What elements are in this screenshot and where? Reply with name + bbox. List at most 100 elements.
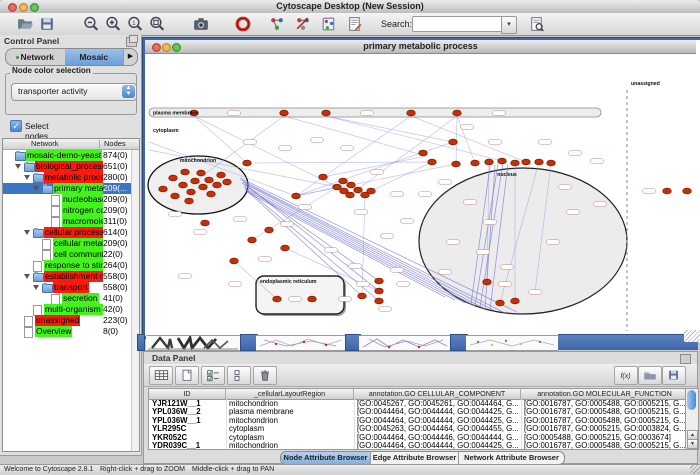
network-node[interactable] [223, 179, 232, 185]
network-node[interactable] [347, 182, 356, 188]
network-node[interactable] [322, 110, 331, 116]
disclosure-triangle-icon[interactable] [33, 186, 39, 191]
tree-row-transport[interactable]: transport558(0) [3, 282, 139, 293]
zoom-view-icon[interactable] [172, 43, 181, 52]
attribute-checklist-icon[interactable] [201, 366, 225, 385]
attribute-pair-icon[interactable] [227, 366, 251, 385]
snapshot-icon[interactable] [192, 15, 210, 33]
background-window-fragment[interactable] [558, 334, 698, 350]
table-row[interactable]: YPL036W__1mitochondrion[GO:0044464, GO:0… [149, 417, 685, 425]
table-row[interactable]: YLR295Ccytoplasm[GO:0045263, GO:0044464,… [149, 425, 685, 433]
network-node[interactable] [535, 159, 544, 165]
scroll-down-icon[interactable]: ▼ [687, 439, 698, 449]
network-node[interactable] [280, 110, 289, 116]
create-view-icon[interactable] [268, 15, 286, 33]
tab-node-attribute-browser[interactable]: Node Attribute Browser [281, 452, 371, 464]
network-node[interactable] [683, 188, 692, 194]
network-node[interactable] [511, 298, 520, 304]
network-node[interactable] [358, 293, 367, 299]
network-node[interactable] [419, 150, 428, 156]
network-node[interactable] [449, 139, 458, 145]
function-builder-icon[interactable]: f(x) [614, 366, 638, 385]
open-file-icon[interactable] [16, 15, 34, 33]
color-attribute-combobox[interactable]: transporter activity ▲▼ [11, 83, 137, 101]
network-node[interactable] [663, 188, 672, 194]
import-attributes-icon[interactable] [638, 366, 662, 385]
disclosure-triangle-icon[interactable] [15, 164, 21, 169]
tree-row-cellular-metabo[interactable]: cellular metabo209(0) [3, 238, 139, 249]
tree-row-mosaic-demo-yeast[interactable]: mosaic-demo-yeast874(0) [3, 150, 139, 161]
close-view-icon[interactable] [152, 43, 161, 52]
zoom-fit-icon[interactable] [148, 15, 166, 33]
window-resize-grip[interactable] [690, 465, 700, 474]
minimize-window-icon[interactable] [19, 3, 28, 12]
zoom-selected-icon[interactable]: 1 [126, 15, 144, 33]
tab-network[interactable]: Network [6, 49, 65, 65]
network-node[interactable] [217, 172, 226, 178]
column-header-1[interactable]: _cellularLayoutRegion [226, 389, 354, 399]
table-row[interactable]: YDR039C__1mitochondrion[GO:0044464, GO:0… [149, 442, 685, 450]
tree-row-macromolecule[interactable]: macromolecule311(0) [3, 216, 139, 227]
network-node[interactable] [187, 189, 196, 195]
disclosure-triangle-icon[interactable] [33, 285, 39, 290]
network-node[interactable] [159, 186, 168, 192]
network-node[interactable] [207, 191, 216, 197]
table-row[interactable]: YKR052Ccytoplasm[GO:0044464, GO:0044446,… [149, 434, 685, 442]
network-node[interactable] [273, 296, 282, 302]
attribute-table-header[interactable]: ID_cellularLayoutRegionannotation.GO CEL… [149, 389, 685, 400]
tree-row-nucleobase-[interactable]: nucleobase-209(0) [3, 194, 139, 205]
destroy-view-icon[interactable] [294, 15, 312, 33]
apply-layout-icon[interactable] [320, 15, 338, 33]
float-data-panel-icon[interactable] [680, 354, 691, 364]
tree-row-establishment-of-lo[interactable]: establishment of lo558(0) [3, 271, 139, 282]
network-node[interactable] [213, 182, 222, 188]
save-attributes-icon[interactable] [662, 366, 686, 385]
network-node[interactable] [292, 193, 301, 199]
network-node[interactable] [375, 278, 384, 284]
network-node[interactable] [248, 237, 257, 243]
tree-row-multi-organism-pro[interactable]: multi-organism pro42(0) [3, 304, 139, 315]
disclosure-triangle-icon[interactable] [24, 175, 30, 180]
annotation-icon[interactable] [346, 15, 364, 33]
table-row[interactable]: YPL036W__2plasma membrane[GO:0044464, GO… [149, 408, 685, 416]
network-node[interactable] [169, 175, 178, 181]
network-node[interactable] [375, 288, 384, 294]
delete-attribute-icon[interactable] [253, 366, 277, 385]
table-scrollbar-thumb[interactable] [687, 390, 696, 410]
network-node[interactable] [185, 198, 194, 204]
background-window-fragment[interactable] [146, 335, 240, 351]
network-node[interactable] [453, 110, 462, 116]
network-node[interactable] [281, 245, 290, 251]
create-attribute-icon[interactable] [175, 366, 199, 385]
network-node[interactable] [522, 159, 531, 165]
save-icon[interactable] [38, 15, 56, 33]
background-window-fragment[interactable] [359, 335, 450, 351]
search-dropdown-icon[interactable]: ▾ [501, 16, 517, 34]
network-node[interactable] [496, 300, 505, 306]
tree-scrollbar[interactable] [131, 150, 139, 451]
table-scrollbar[interactable]: ▲ ▼ [685, 388, 699, 450]
close-window-icon[interactable] [8, 3, 17, 12]
tree-row-cell-communicat[interactable]: cell communicat22(0) [3, 249, 139, 260]
network-node[interactable] [483, 279, 492, 285]
network-node[interactable] [471, 160, 480, 166]
search-input[interactable] [412, 16, 506, 32]
network-node[interactable] [201, 220, 210, 226]
advanced-search-icon[interactable] [528, 15, 546, 33]
column-header-0[interactable]: ID [149, 389, 226, 399]
tab-mosaic[interactable]: Mosaic [65, 49, 124, 65]
network-node[interactable] [205, 177, 214, 183]
zoom-in-icon[interactable] [104, 15, 122, 33]
network-node[interactable] [375, 298, 384, 304]
tree-row-biological-process[interactable]: biological_process651(0) [3, 161, 139, 172]
help-icon[interactable] [234, 15, 252, 33]
tree-row-response-to-stimulu[interactable]: response to stimulu264(0) [3, 260, 139, 271]
zoom-out-icon[interactable] [82, 15, 100, 33]
float-panel-icon[interactable] [126, 37, 137, 47]
network-node[interactable] [367, 188, 376, 194]
network-node[interactable] [428, 159, 437, 165]
background-window-fragment[interactable] [137, 334, 145, 351]
tab-overflow-arrow-icon[interactable]: ▶ [123, 49, 137, 65]
network-node[interactable] [171, 193, 180, 199]
tree-row-unassigned[interactable]: unassigned223(0) [3, 315, 139, 326]
